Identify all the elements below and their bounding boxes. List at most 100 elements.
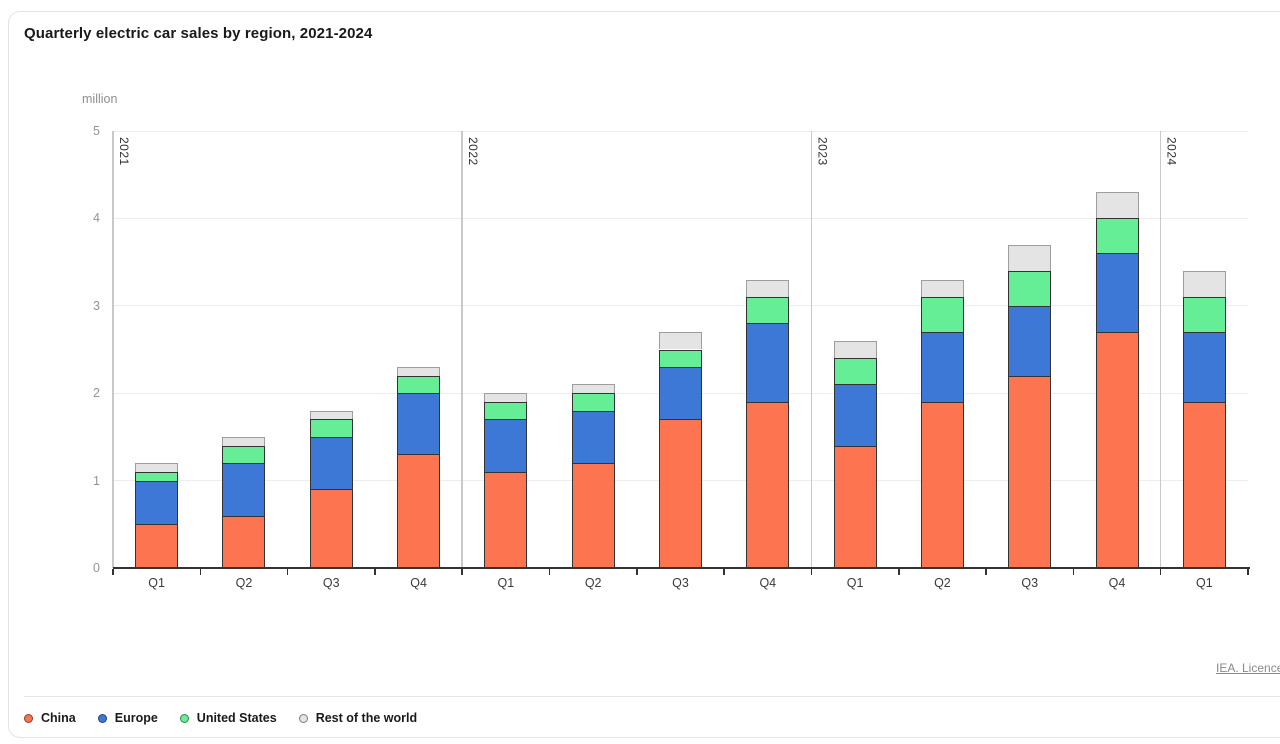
bar-segment-china-12[interactable]: [1095, 332, 1139, 568]
y-tick-label-1: 1: [93, 473, 100, 488]
legend-item-europe[interactable]: Europe: [97, 711, 158, 725]
bar-segment-rest-of-the-world-7[interactable]: [659, 332, 702, 350]
gridline-5: [113, 130, 1248, 132]
gridline-4: [113, 217, 1248, 219]
bar-segment-rest-of-the-world-4[interactable]: [397, 366, 441, 376]
bar-segment-rest-of-the-world-2[interactable]: [222, 436, 266, 446]
legend-dot-china: [24, 713, 33, 723]
bar-segment-europe-3[interactable]: [309, 436, 353, 490]
bar-segment-united-states-3[interactable]: [309, 419, 353, 437]
bar-segment-europe-7[interactable]: [659, 366, 702, 420]
bar-segment-rest-of-the-world-10[interactable]: [920, 279, 964, 298]
bar-segment-united-states-4[interactable]: [397, 375, 441, 394]
x-axis-tick: [461, 569, 463, 575]
x-axis-tick: [1159, 569, 1162, 575]
x-axis-tick: [898, 569, 900, 575]
bar-segment-united-states-1[interactable]: [135, 471, 179, 481]
bar-segment-europe-8[interactable]: [746, 323, 790, 402]
bar-segment-china-10[interactable]: [920, 401, 964, 568]
bar-segment-united-states-11[interactable]: [1008, 270, 1052, 306]
bar-segment-china-2[interactable]: [222, 515, 266, 568]
bar-segment-china-4[interactable]: [397, 454, 441, 568]
bar-segment-china-7[interactable]: [659, 419, 702, 568]
bar-segment-china-8[interactable]: [746, 401, 790, 568]
bar-segment-united-states-12[interactable]: [1095, 218, 1139, 254]
plot-area: 0 1 2 3 4 5 2021 2022 2023 2024 Q1 Q2 Q3 Q4 Q1 Q2 Q3 Q4 Q1…: [0, 0, 1280, 744]
bar-segment-europe-5[interactable]: [484, 419, 528, 472]
gridline-3: [113, 305, 1248, 307]
bar-segment-europe-11[interactable]: [1008, 305, 1052, 376]
y-tick-label-2: 2: [93, 386, 100, 401]
bar-segment-united-states-5[interactable]: [484, 401, 528, 420]
bar-segment-rest-of-the-world-11[interactable]: [1008, 244, 1052, 271]
bar-segment-united-states-10[interactable]: [920, 297, 964, 332]
bar-segment-rest-of-the-world-13[interactable]: [1182, 270, 1226, 298]
bar-segment-europe-12[interactable]: [1095, 253, 1139, 333]
bar-segment-china-1[interactable]: [135, 524, 179, 568]
x-axis-tick: [199, 569, 202, 575]
source-link[interactable]: IEA. Licence: [1216, 661, 1280, 675]
legend-label: Europe: [114, 711, 158, 725]
x-axis-tick: [723, 569, 725, 575]
bar-segment-united-states-2[interactable]: [222, 445, 266, 464]
bar-segment-europe-10[interactable]: [920, 332, 964, 402]
x-tick-label-13: Q1: [1195, 576, 1213, 590]
bar-segment-china-5[interactable]: [484, 471, 528, 568]
bar-segment-china-6[interactable]: [571, 463, 615, 568]
bar-segment-united-states-6[interactable]: [571, 393, 615, 411]
x-tick-label-11: Q3: [1021, 576, 1039, 590]
legend-label: China: [41, 711, 76, 725]
bar-segment-europe-2[interactable]: [222, 463, 266, 516]
legend-label: United States: [196, 711, 277, 725]
x-axis-tick: [1247, 569, 1249, 575]
legend-divider: [24, 696, 1280, 697]
bar-segment-rest-of-the-world-8[interactable]: [746, 279, 790, 298]
year-divider-2024: [1159, 131, 1162, 568]
x-axis-tick: [636, 569, 638, 575]
bar-segment-europe-6[interactable]: [571, 410, 615, 464]
bar-segment-rest-of-the-world-6[interactable]: [571, 384, 615, 394]
year-divider-2022: [461, 131, 463, 568]
bar-segment-rest-of-the-world-3[interactable]: [309, 410, 353, 420]
x-axis-tick: [985, 569, 987, 575]
legend-label: Rest of the world: [315, 711, 418, 725]
legend-item-rest-of-the-world[interactable]: Rest of the world: [298, 711, 418, 725]
legend-item-united-states[interactable]: United States: [179, 711, 277, 725]
y-tick-label-4: 4: [93, 211, 100, 226]
year-divider-2023: [810, 131, 813, 568]
year-label-2023: 2023: [815, 137, 830, 166]
bar-segment-europe-4[interactable]: [397, 393, 441, 455]
year-label-2021: 2021: [117, 137, 131, 166]
bar-segment-united-states-9[interactable]: [833, 358, 877, 385]
legend-item-china[interactable]: China: [24, 711, 76, 725]
bar-segment-china-3[interactable]: [309, 489, 353, 568]
bar-segment-united-states-7[interactable]: [659, 349, 702, 367]
year-divider-2021: [112, 131, 114, 568]
legend-dot-europe: [97, 713, 107, 723]
x-tick-label-5: Q1: [497, 576, 515, 590]
bar-segment-europe-1[interactable]: [135, 480, 179, 525]
bar-segment-europe-13[interactable]: [1182, 332, 1226, 402]
bar-segment-united-states-13[interactable]: [1182, 297, 1226, 332]
bar-segment-united-states-8[interactable]: [746, 297, 790, 324]
x-tick-label-1: Q1: [148, 576, 165, 590]
bar-segment-china-13[interactable]: [1182, 401, 1226, 568]
x-tick-label-12: Q4: [1108, 576, 1126, 590]
bar-segment-rest-of-the-world-12[interactable]: [1095, 192, 1139, 219]
year-label-2024: 2024: [1164, 137, 1179, 166]
x-axis-tick: [112, 569, 114, 575]
page: { "header": { "title": "Quarterly electr…: [0, 0, 1280, 744]
bar-segment-rest-of-the-world-9[interactable]: [833, 340, 877, 359]
x-tick-label-8: Q4: [759, 576, 777, 590]
x-axis-tick: [1072, 569, 1075, 575]
x-tick-label-3: Q3: [322, 576, 340, 590]
x-tick-label-2: Q2: [235, 576, 253, 590]
bar-segment-rest-of-the-world-5[interactable]: [484, 393, 528, 402]
bar-segment-europe-9[interactable]: [833, 384, 877, 446]
bar-segment-china-9[interactable]: [833, 445, 877, 568]
bar-segment-china-11[interactable]: [1008, 375, 1052, 568]
y-tick-label-0: 0: [93, 561, 100, 575]
x-tick-label-7: Q3: [672, 576, 689, 590]
legend-dot-united-states: [179, 713, 189, 723]
bar-segment-rest-of-the-world-1[interactable]: [135, 463, 179, 472]
